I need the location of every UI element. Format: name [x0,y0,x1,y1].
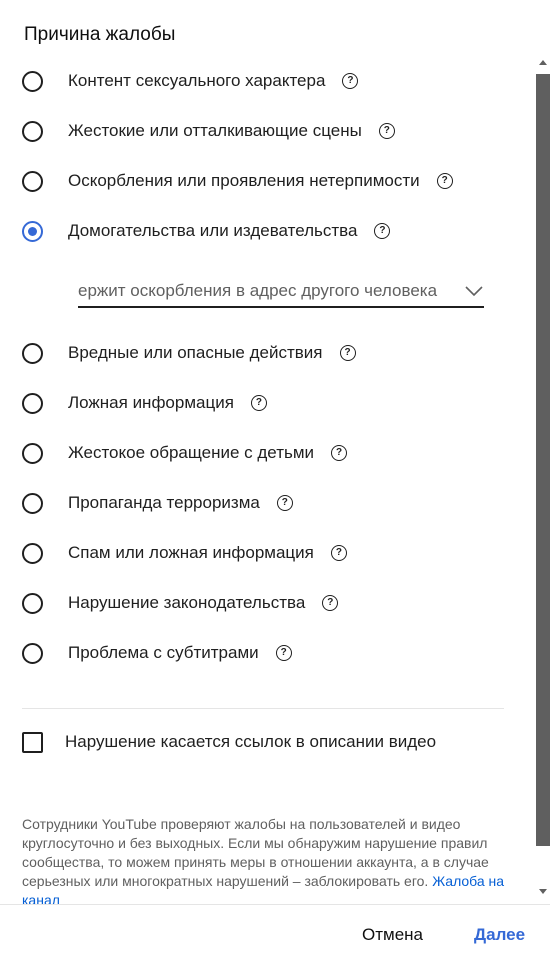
reason-option-spam[interactable]: Спам или ложная информация ? [22,539,347,567]
option-label: Домогательства или издевательства [68,221,358,240]
help-icon[interactable]: ? [276,495,293,511]
cancel-button[interactable]: Отмена [362,925,423,945]
option-label: Контент сексуального характера [68,71,326,90]
dialog-title: Причина жалобы [24,24,176,45]
option-label: Проблема с субтитрами [68,643,259,662]
help-icon[interactable]: ? [342,73,359,89]
radio-button[interactable] [22,70,43,92]
radio-button[interactable] [22,542,43,564]
option-label: Спам или ложная информация [68,543,314,562]
reason-option-legal[interactable]: Нарушение законодательства ? [22,589,339,617]
reason-option-violent-content[interactable]: Жестокие или отталкивающие сцены ? [22,117,395,145]
help-icon[interactable]: ? [331,445,348,461]
option-label: Ложная информация [68,393,234,412]
radio-button[interactable] [22,120,43,142]
option-label: Вредные или опасные действия [68,343,323,362]
reason-option-dangerous-acts[interactable]: Вредные или опасные действия ? [22,339,356,367]
option-label: Пропаганда терроризма [68,493,260,512]
radio-button[interactable] [22,642,43,664]
reason-option-misinformation[interactable]: Ложная информация ? [22,389,267,417]
next-button[interactable]: Далее [474,925,525,945]
option-label: Жестокие или отталкивающие сцены [68,121,362,140]
radio-button[interactable] [22,442,43,464]
divider [22,708,504,709]
help-icon[interactable]: ? [275,645,292,661]
description-links-checkbox-row[interactable]: Нарушение касается ссылок в описании вид… [22,730,436,754]
checkbox-label: Нарушение касается ссылок в описании вид… [65,732,437,751]
radio-button[interactable] [22,592,43,614]
report-dialog: Причина жалобы Контент сексуального хара… [0,0,550,966]
radio-button[interactable] [22,170,43,192]
reason-option-harassment[interactable]: Домогательства или издевательства ? [22,217,391,245]
help-icon[interactable]: ? [339,345,356,361]
radio-button[interactable] [22,342,43,364]
radio-button[interactable] [22,392,43,414]
help-icon[interactable]: ? [330,545,347,561]
chevron-down-icon [465,286,483,297]
option-label: Жестокое обращение с детьми [68,443,315,462]
radio-button-selected[interactable] [22,220,43,242]
help-icon[interactable]: ? [322,595,339,611]
dialog-footer: Отмена Далее [0,904,550,966]
help-icon[interactable]: ? [374,223,391,239]
help-icon[interactable]: ? [378,123,395,139]
reason-option-hateful-content[interactable]: Оскорбления или проявления нетерпимости … [22,167,453,195]
help-icon[interactable]: ? [250,395,267,411]
subreason-select[interactable]: ержит оскорбления в адрес другого челове… [78,276,484,308]
review-notice: Сотрудники YouTube проверяют жалобы на п… [22,815,507,905]
option-label: Оскорбления или проявления нетерпимости [68,171,420,190]
radio-button[interactable] [22,492,43,514]
reason-option-sexual-content[interactable]: Контент сексуального характера ? [22,67,359,95]
subreason-select-value: ержит оскорбления в адрес другого челове… [78,281,438,300]
reason-option-child-abuse[interactable]: Жестокое обращение с детьми ? [22,439,348,467]
option-label: Нарушение законодательства [68,593,306,612]
help-icon[interactable]: ? [436,173,453,189]
arrow-down-icon[interactable] [539,889,547,894]
notice-text: Сотрудники YouTube проверяют жалобы на п… [22,816,489,889]
scrollbar-thumb[interactable] [536,74,550,846]
description-links-checkbox[interactable] [22,731,43,753]
scrollbar[interactable] [536,60,550,900]
reason-option-terrorism[interactable]: Пропаганда терроризма ? [22,489,293,517]
reason-option-captions[interactable]: Проблема с субтитрами ? [22,639,292,667]
arrow-up-icon[interactable] [539,60,547,65]
